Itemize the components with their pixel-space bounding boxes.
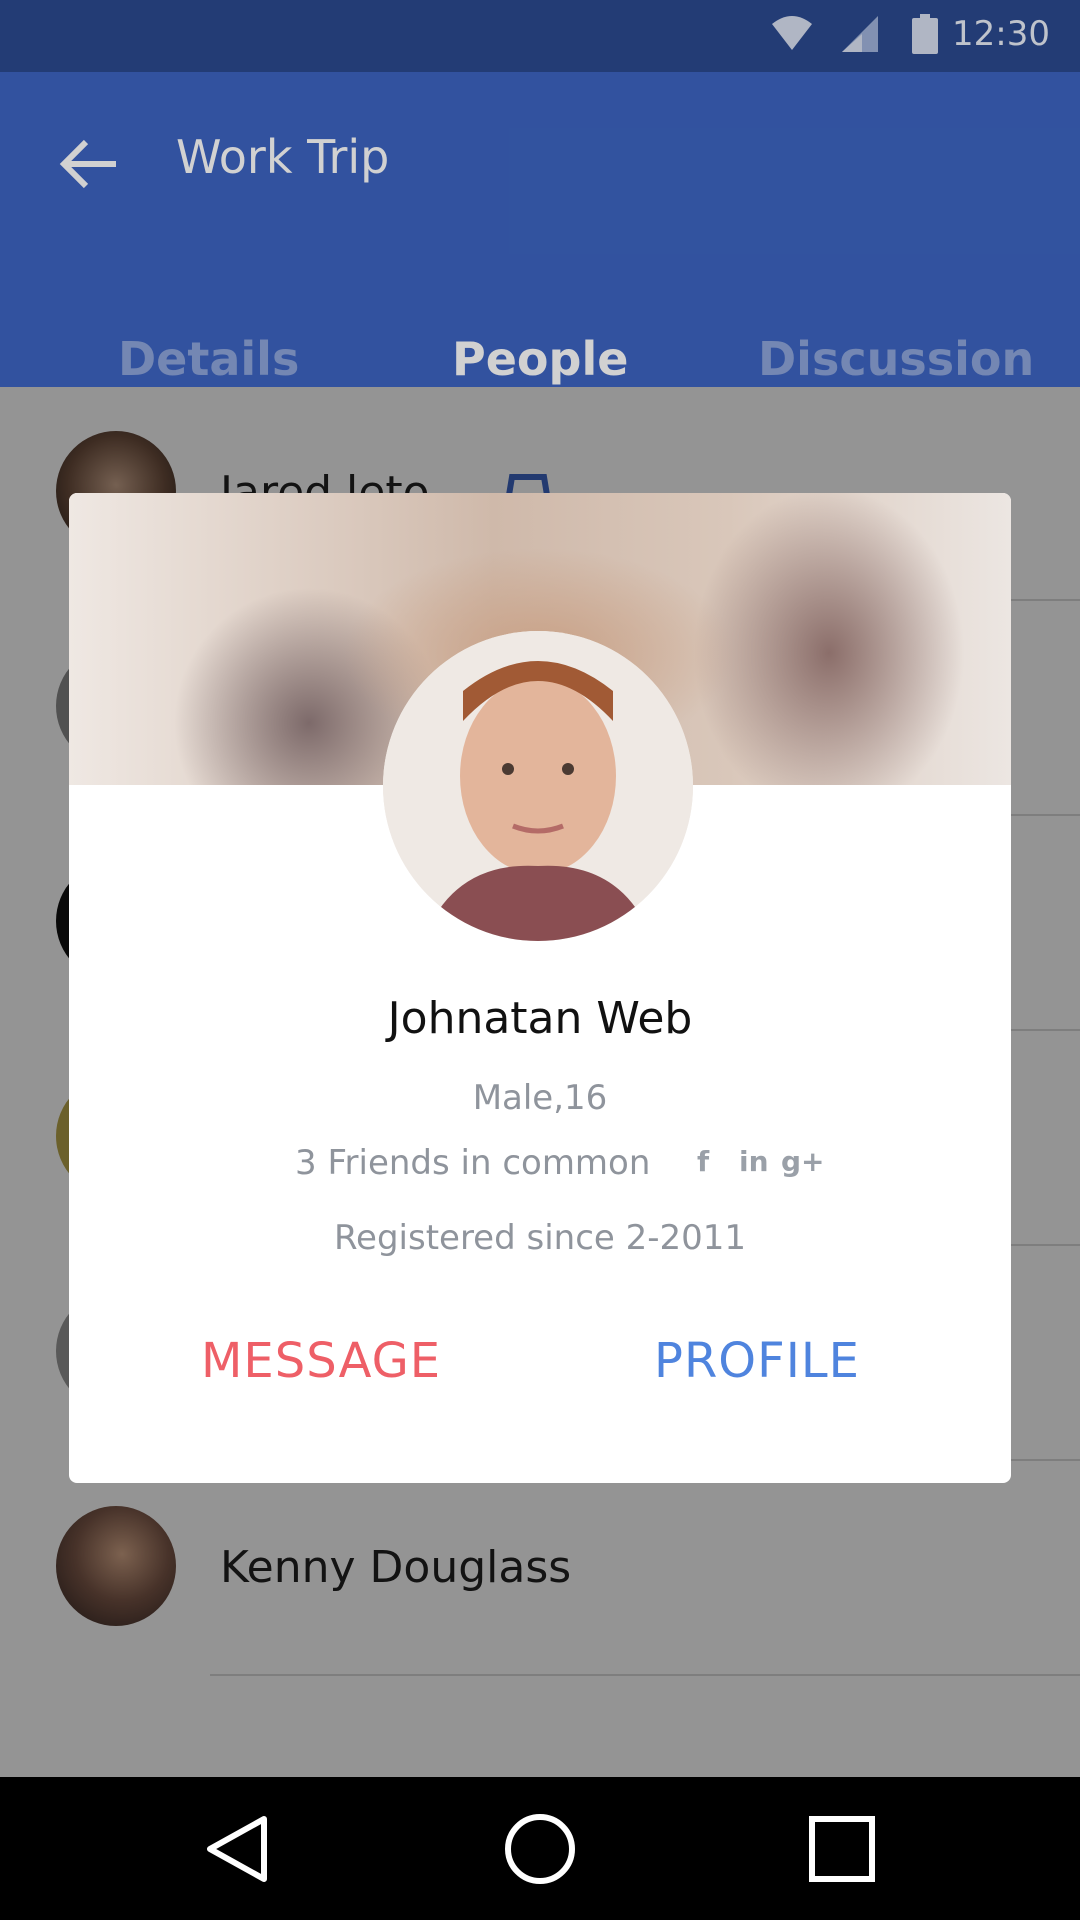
google-plus-icon[interactable]: g+ bbox=[781, 1145, 825, 1178]
profile-name: Johnatan Web bbox=[387, 993, 693, 1044]
profile-avatar bbox=[383, 631, 693, 941]
scrim-top bbox=[0, 0, 1080, 387]
linkedin-icon[interactable]: in bbox=[739, 1145, 769, 1178]
gender-age: Male,16 bbox=[472, 1078, 608, 1118]
message-button[interactable]: MESSAGE bbox=[201, 1333, 441, 1389]
registered-since: Registered since 2-2011 bbox=[333, 1218, 747, 1258]
navigation-bar bbox=[0, 1777, 1080, 1920]
facebook-icon[interactable]: f bbox=[697, 1145, 709, 1178]
home-nav-icon[interactable] bbox=[502, 1811, 578, 1887]
friends-in-common: 3 Friends in common bbox=[295, 1143, 651, 1183]
recents-nav-icon[interactable] bbox=[804, 1811, 880, 1887]
back-nav-icon[interactable] bbox=[200, 1811, 276, 1887]
profile-button[interactable]: PROFILE bbox=[654, 1333, 860, 1389]
profile-dialog: Johnatan Web Male,16 3 Friends in common… bbox=[69, 493, 1011, 1483]
